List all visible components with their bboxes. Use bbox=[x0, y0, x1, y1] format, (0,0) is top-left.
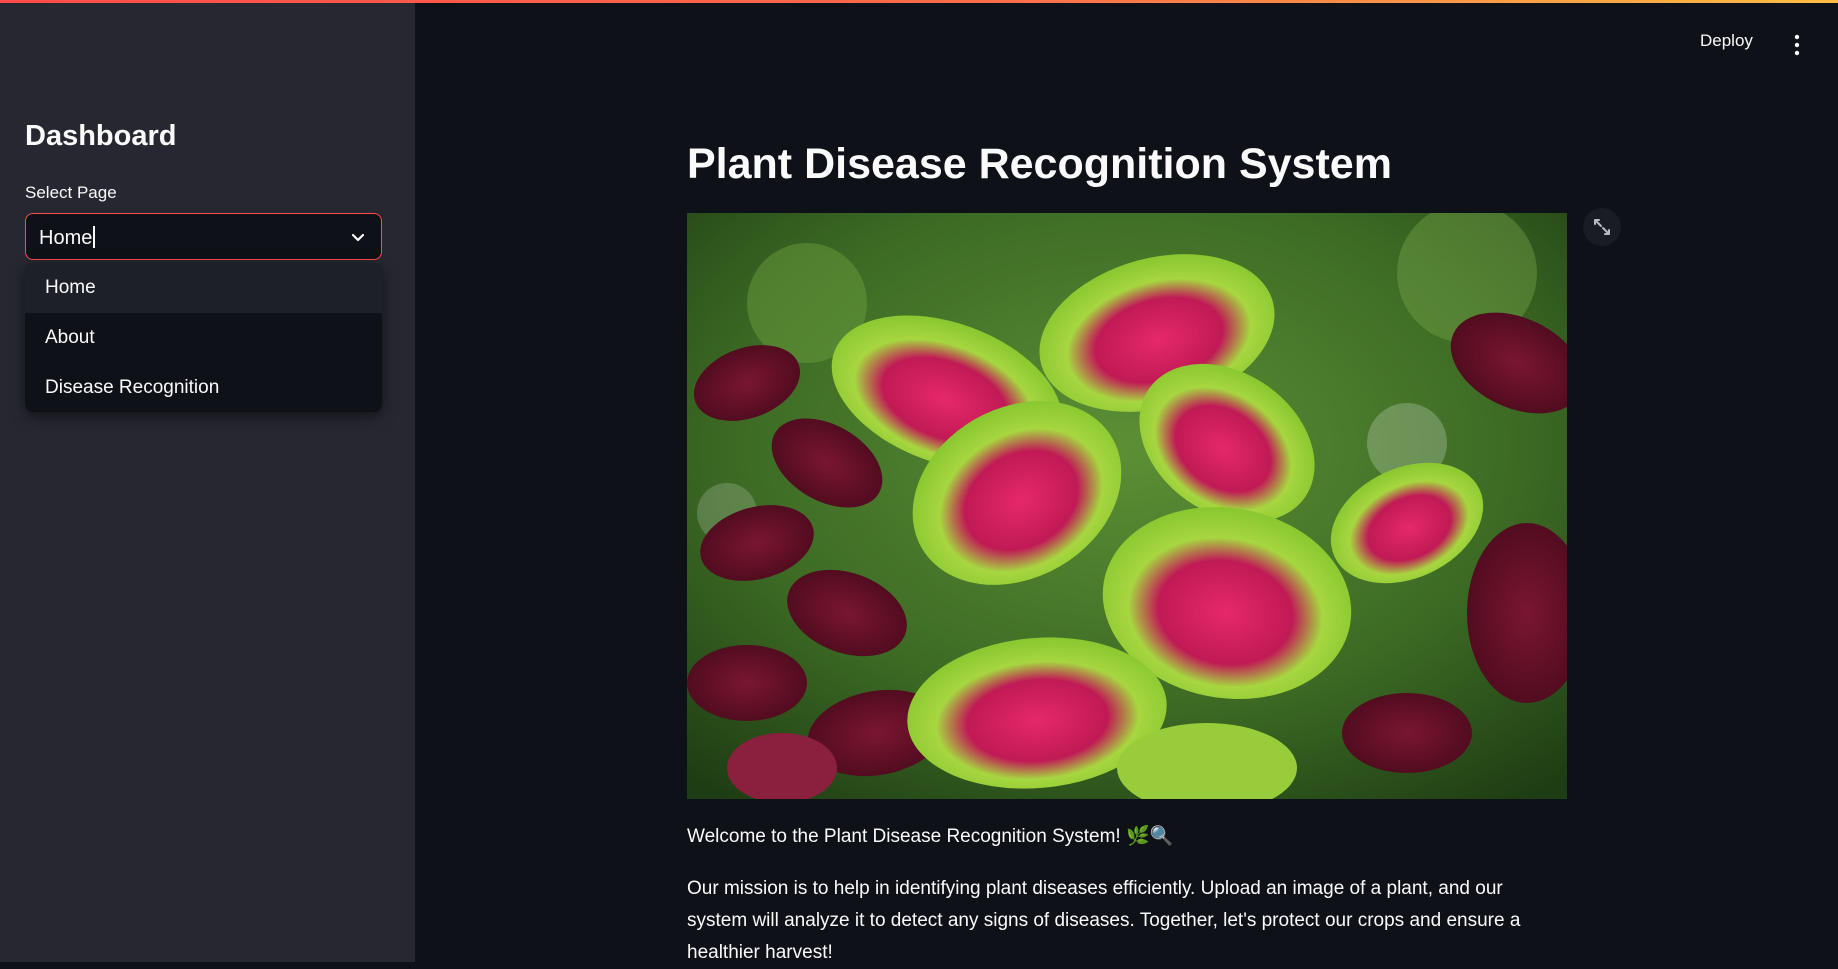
sidebar-title: Dashboard bbox=[25, 120, 177, 152]
sidebar: Dashboard Select Page Home Home About Di… bbox=[0, 0, 415, 962]
page-title: Plant Disease Recognition System bbox=[687, 140, 1392, 188]
deploy-button[interactable]: Deploy bbox=[1700, 31, 1753, 57]
option-home[interactable]: Home bbox=[25, 263, 382, 313]
mission-text: Our mission is to help in identifying pl… bbox=[687, 878, 1521, 963]
select-page-label: Select Page bbox=[25, 183, 117, 202]
coleus-plant-illustration bbox=[687, 213, 1567, 799]
expand-icon bbox=[1594, 219, 1610, 235]
option-about[interactable]: About bbox=[25, 313, 382, 363]
plant-image bbox=[687, 213, 1567, 799]
page-select-dropdown: Home About Disease Recognition bbox=[25, 263, 382, 412]
option-disease-recognition[interactable]: Disease Recognition bbox=[25, 363, 382, 412]
text-cursor bbox=[93, 226, 96, 248]
page-select[interactable]: Home bbox=[25, 213, 382, 260]
top-decoration-strip bbox=[0, 0, 1838, 3]
vertical-dots-icon[interactable] bbox=[1786, 32, 1808, 58]
image-expand-button[interactable] bbox=[1583, 208, 1621, 246]
welcome-text: Welcome to the Plant Disease Recognition… bbox=[687, 826, 1174, 847]
page-select-value[interactable]: Home bbox=[39, 226, 96, 250]
chevron-down-icon[interactable] bbox=[349, 228, 367, 246]
